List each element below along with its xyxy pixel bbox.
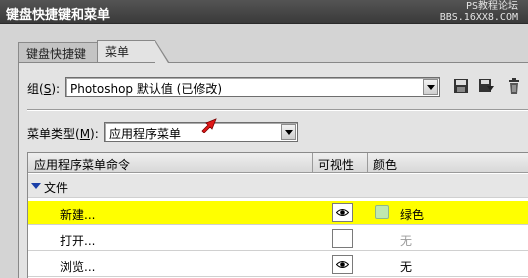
command-label: 新建... [60,208,96,222]
header-command[interactable]: 应用程序菜单命令 [34,156,130,173]
color-name[interactable]: 无 [400,258,412,275]
tab-menus-label: 菜单 [105,45,130,59]
table-row[interactable]: 新建... 绿色 [28,201,528,225]
column-separator [367,153,368,173]
save-set-icon[interactable] [452,77,470,95]
table-row[interactable]: 打开... 无 [28,227,528,251]
visibility-toggle[interactable] [332,229,353,248]
table-row[interactable]: 浏览... 无 [28,253,528,277]
title-bar: 键盘快捷键和菜单 PS教程论坛 BBS.16XX8.COM [0,0,528,24]
set-label: 组(S): [27,82,61,96]
menu-commands-table: 应用程序菜单命令 可视性 颜色 文件 新建... 绿色 打开... 无 浏览..… [27,152,528,278]
watermark-line-2: BBS.16XX8.COM [439,12,518,23]
group-label: 文件 [44,181,69,195]
color-name[interactable]: 无 [400,232,412,249]
visibility-toggle[interactable] [332,203,353,222]
delete-set-icon[interactable] [505,77,523,95]
tab-keyboard-shortcuts[interactable]: 键盘快捷键 [18,42,98,62]
tab-menus[interactable]: 菜单 [97,40,169,63]
command-label: 浏览... [60,260,96,274]
color-swatch [375,205,389,219]
visibility-toggle[interactable] [332,255,353,274]
header-color[interactable]: 颜色 [373,156,397,173]
set-dropdown[interactable]: Photoshop 默认值 (已修改) [65,77,440,97]
eye-icon [336,209,349,216]
set-dropdown-value: Photoshop 默认值 (已修改) [70,82,223,96]
header-visibility[interactable]: 可视性 [318,156,354,173]
red-arrow-icon [201,118,217,133]
column-separator [312,153,313,173]
menu-type-dropdown-value: 应用程序菜单 [109,127,182,141]
eye-icon [336,261,349,268]
chevron-down-icon[interactable] [423,79,438,95]
menu-type-label: 菜单类型(M): [27,127,99,141]
chevron-down-icon[interactable] [281,124,296,140]
color-name[interactable]: 绿色 [400,206,424,223]
expand-triangle-icon[interactable] [31,183,41,189]
divider [27,109,528,111]
group-row-file[interactable]: 文件 [28,174,528,198]
command-label: 打开... [60,234,96,248]
watermark-line-1: PS教程论坛 [465,1,518,12]
table-header: 应用程序菜单命令 可视性 颜色 [28,153,528,173]
watermark: PS教程论坛 BBS.16XX8.COM [440,1,518,23]
save-set-as-icon[interactable] [477,77,495,95]
window-title: 键盘快捷键和菜单 [6,8,111,23]
